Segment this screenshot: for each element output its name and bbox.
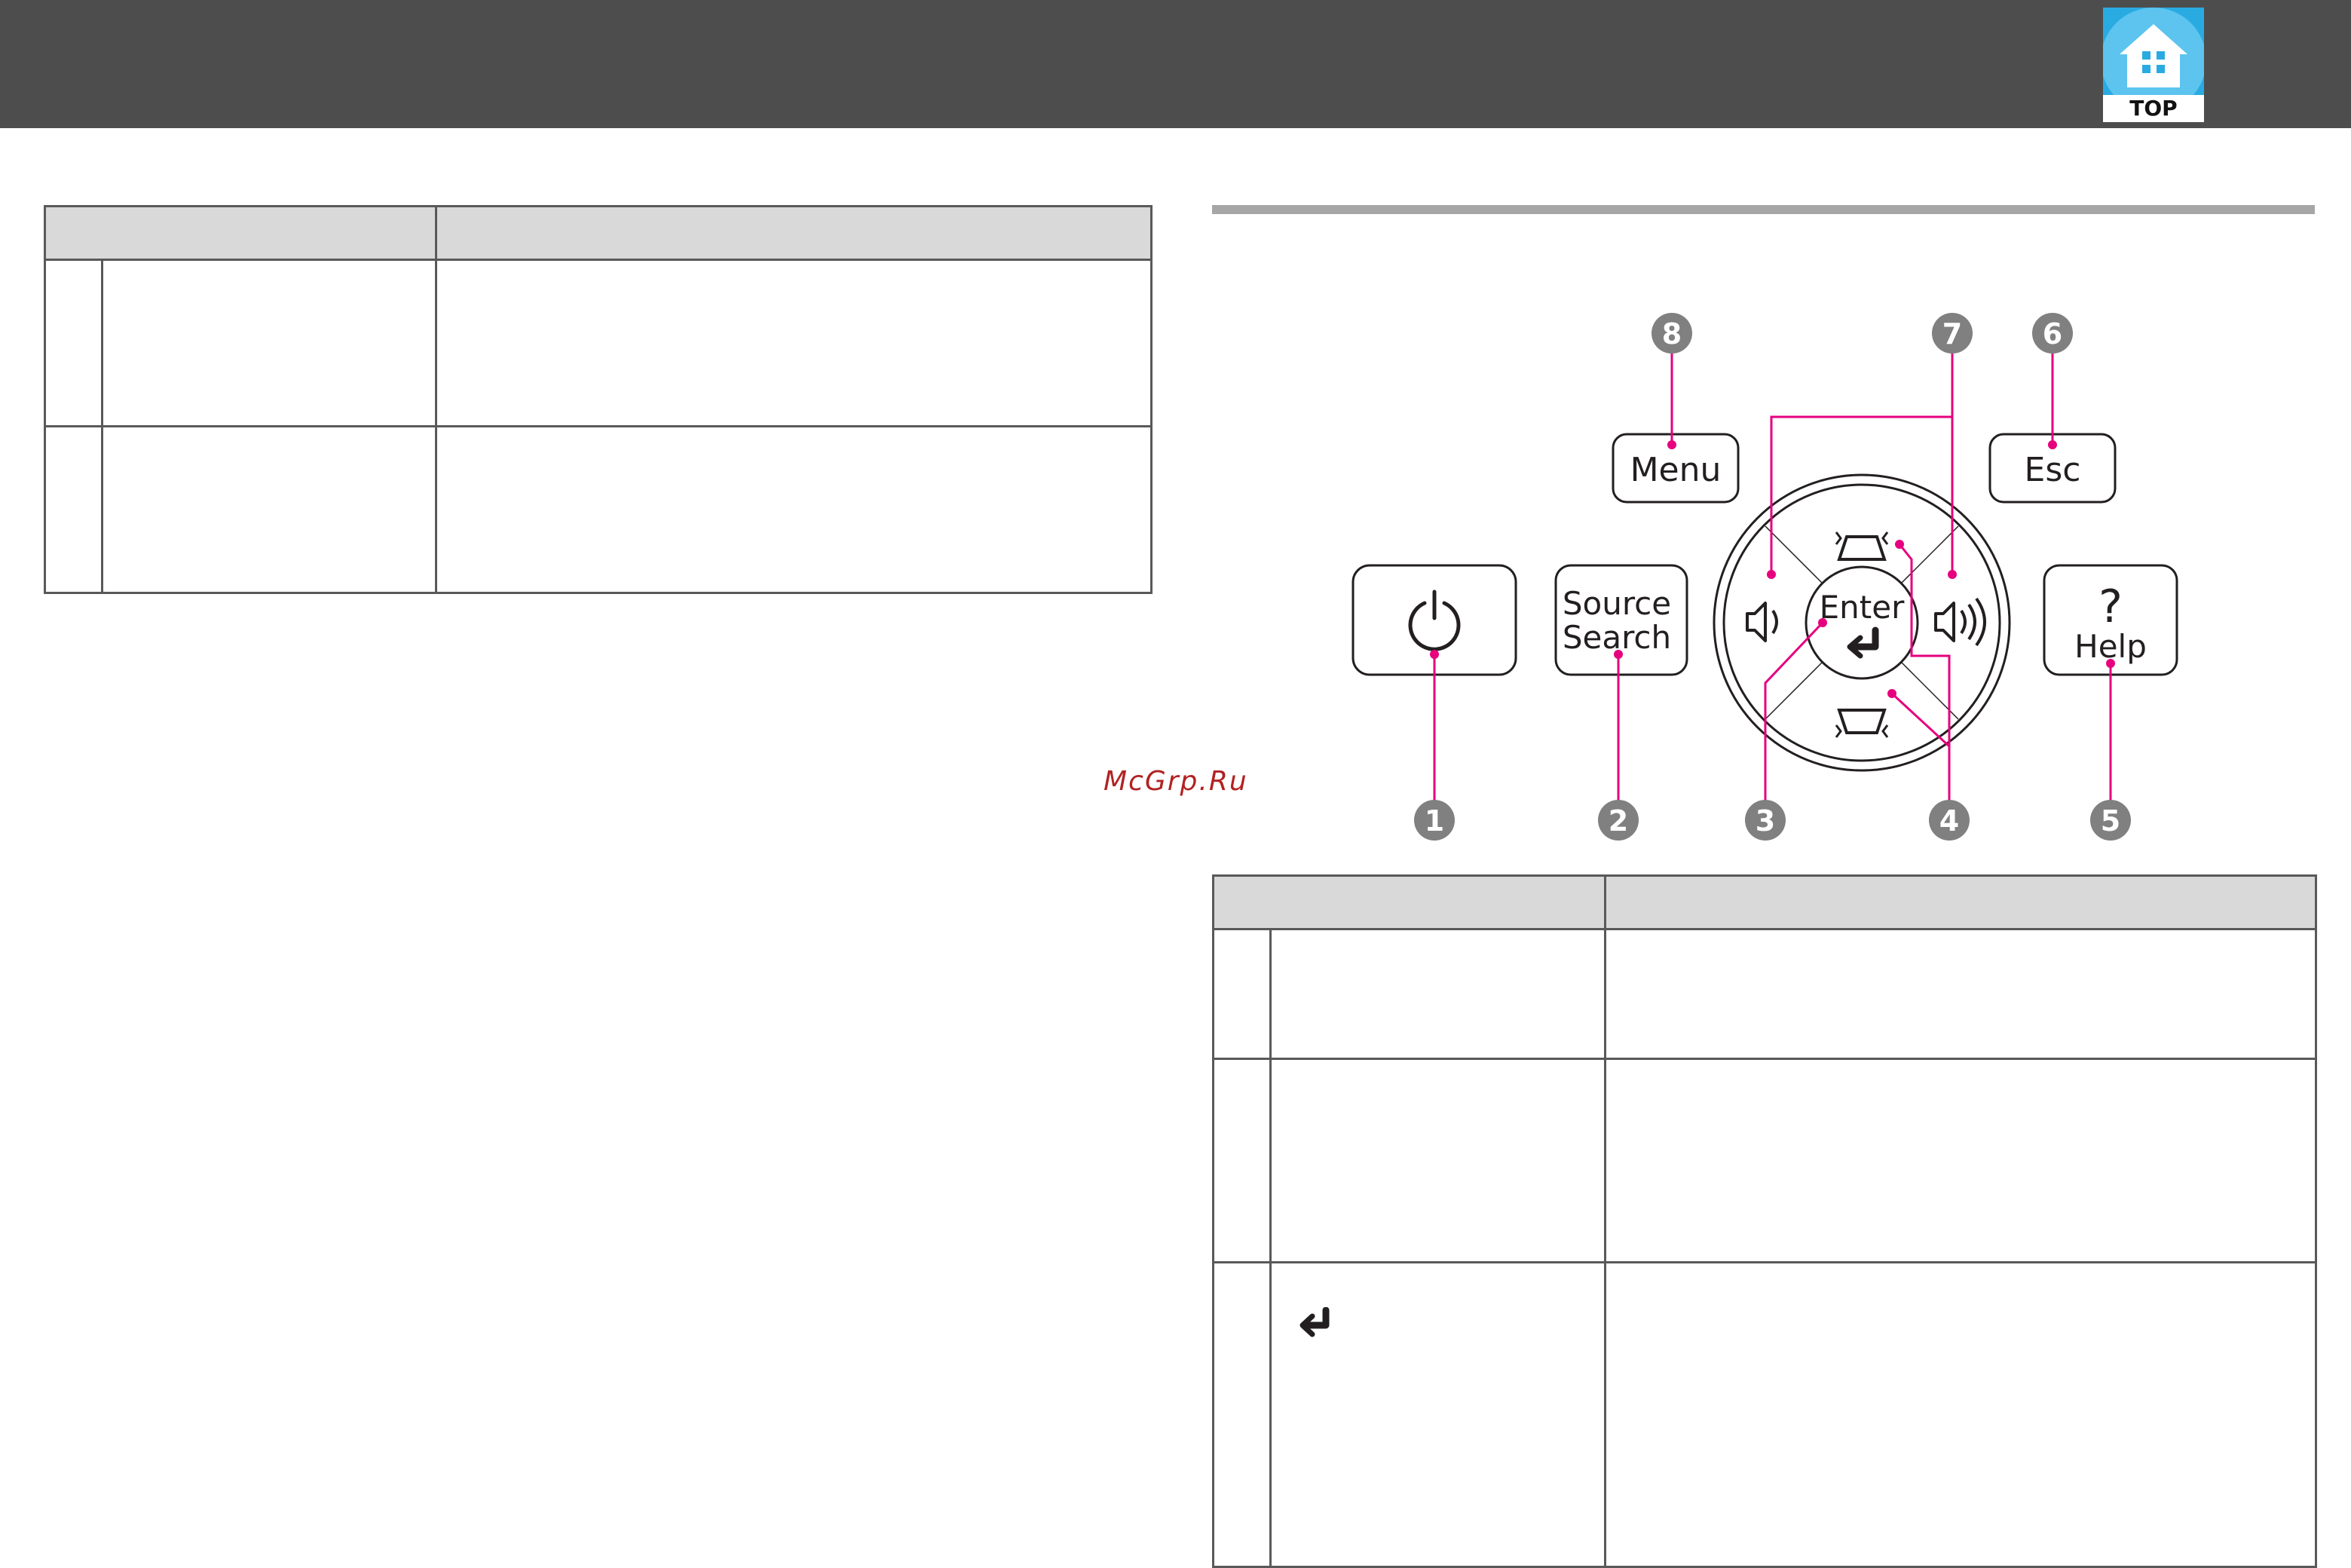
callout-6: 6	[2032, 313, 2073, 354]
watermark: McGrp.Ru	[1104, 766, 1248, 797]
right-table	[1212, 874, 2317, 1568]
table-cell	[44, 259, 103, 427]
table-row	[1212, 928, 2317, 1060]
top-button[interactable]: TOP	[2103, 8, 2204, 122]
esc-label: Esc	[2025, 451, 2081, 489]
table-cell	[1212, 1058, 1272, 1263]
table-header-cell	[435, 205, 1153, 261]
table-cell	[1212, 928, 1272, 1060]
menu-label: Menu	[1630, 451, 1722, 489]
callout-7: 7	[1932, 313, 1973, 354]
left-table	[44, 205, 1153, 594]
table-row	[44, 259, 1153, 427]
header-bar	[0, 0, 2351, 128]
table-header-cell	[1212, 874, 1606, 930]
svg-text:7: 7	[1942, 317, 1962, 351]
callout-5: 5	[2090, 800, 2131, 841]
table-cell	[101, 425, 437, 594]
table-row	[1212, 1058, 2317, 1263]
callout-8: 8	[1652, 313, 1692, 354]
table-header-cell	[1604, 874, 2317, 930]
top-label: TOP	[2129, 96, 2178, 121]
control-panel-diagram: Source Search Menu Esc ? Help Enter 1 2 …	[1352, 313, 2178, 841]
section-rule	[1212, 205, 2315, 214]
table-row	[1212, 1261, 2317, 1568]
table-cell	[1604, 1261, 2317, 1568]
help-question-icon: ?	[2098, 580, 2123, 633]
table-cell	[1212, 1261, 1272, 1568]
table-cell	[435, 425, 1153, 594]
table-cell	[1269, 1058, 1606, 1263]
table-cell	[1604, 928, 2317, 1060]
callout-1: 1	[1414, 800, 1455, 841]
table-cell	[435, 259, 1153, 427]
enter-arrow-icon	[1299, 1306, 1330, 1337]
svg-text:8: 8	[1662, 317, 1682, 351]
svg-text:1: 1	[1425, 804, 1444, 838]
table-row	[44, 425, 1153, 594]
enter-label: Enter	[1820, 589, 1905, 626]
table-cell	[44, 425, 103, 594]
svg-text:3: 3	[1756, 804, 1775, 838]
callout-4: 4	[1929, 800, 1970, 841]
table-cell	[1604, 1058, 2317, 1263]
home-icon	[2103, 8, 2204, 95]
callout-2: 2	[1598, 800, 1639, 841]
svg-text:2: 2	[1609, 804, 1628, 838]
svg-text:4: 4	[1939, 804, 1959, 838]
svg-text:6: 6	[2043, 317, 2062, 351]
table-header-cell	[44, 205, 437, 261]
source-label: Source	[1563, 585, 1671, 622]
svg-text:5: 5	[2101, 804, 2120, 838]
table-header-row	[44, 205, 1153, 261]
table-cell	[101, 259, 437, 427]
table-cell	[1269, 1261, 1606, 1568]
table-cell	[1269, 928, 1606, 1060]
table-header-row	[1212, 874, 2317, 930]
callout-3: 3	[1745, 800, 1786, 841]
